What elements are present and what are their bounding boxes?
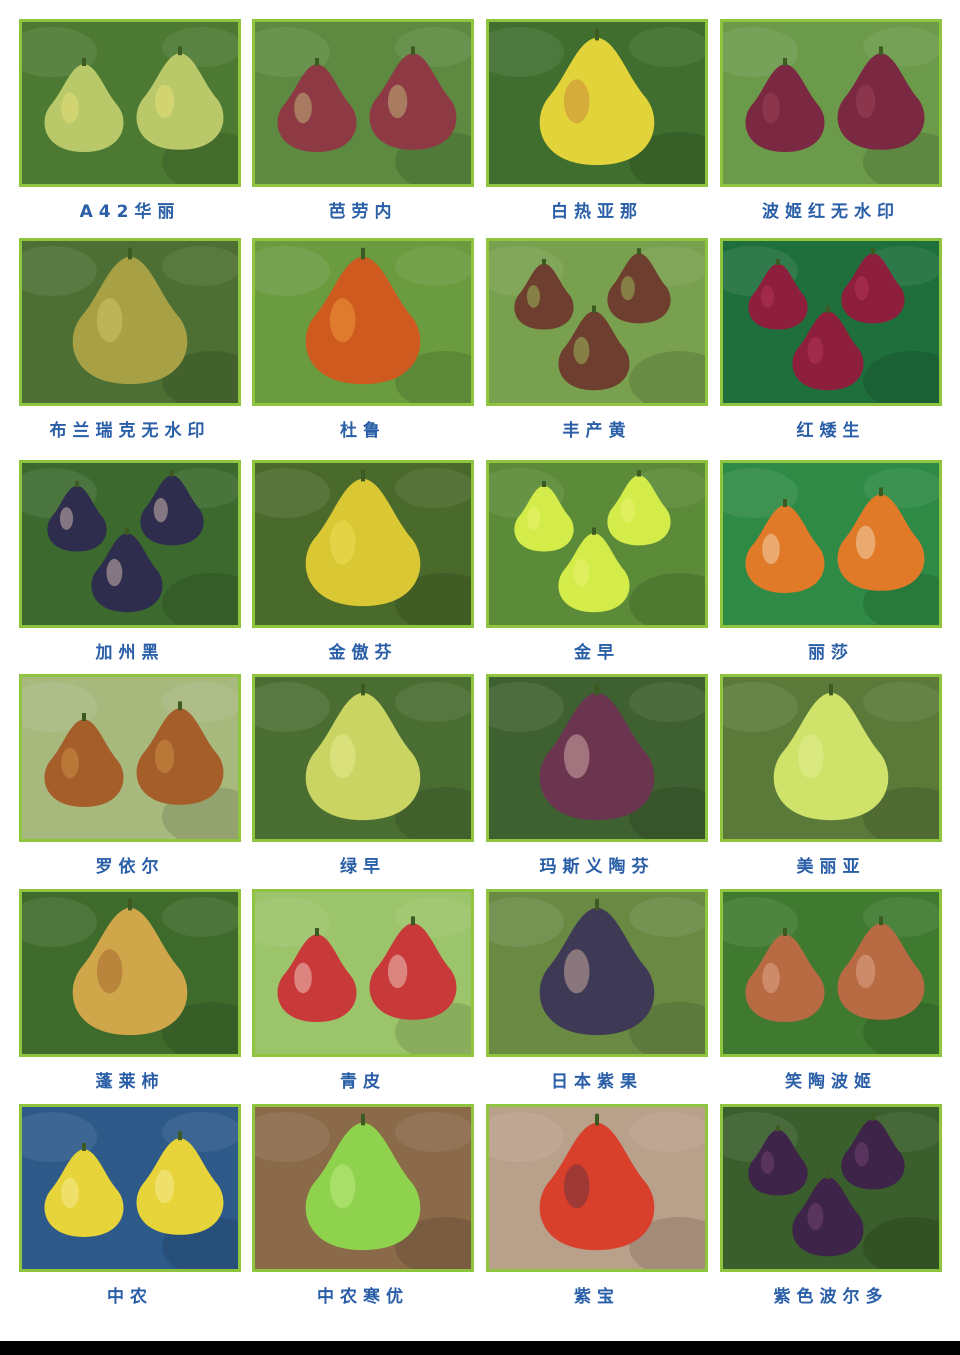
fig-photo: [486, 674, 708, 842]
fig-illustration: [22, 241, 238, 403]
fig-variety-name: 丰产黄: [562, 421, 632, 441]
fig-illustration: [255, 22, 471, 184]
fig-photo: [252, 19, 474, 187]
fig-variety-name: 加州黑: [95, 643, 165, 663]
fig-photo: [252, 674, 474, 842]
fig-variety-name: 青皮: [340, 1072, 386, 1092]
fig-variety-card: A42华丽: [19, 19, 241, 222]
fig-variety-card: 丽莎: [720, 460, 942, 663]
fig-variety-card: 日本紫果: [486, 889, 708, 1092]
fig-photo: [19, 460, 241, 628]
fig-variety-name: 中农: [107, 1287, 153, 1307]
fig-variety-card: 青皮: [252, 889, 474, 1092]
fig-illustration: [22, 463, 238, 625]
fig-variety-card: 紫宝: [486, 1104, 708, 1307]
fig-variety-name: A42华丽: [79, 202, 181, 222]
fig-variety-name: 波姬红无水印: [762, 202, 900, 222]
fig-photo: [19, 889, 241, 1057]
fig-illustration: [723, 677, 939, 839]
fig-variety-name: 白热亚那: [551, 202, 643, 222]
fig-variety-card: 美丽亚: [720, 674, 942, 877]
fig-illustration: [723, 241, 939, 403]
fig-variety-card: 中农: [19, 1104, 241, 1307]
fig-photo: [252, 238, 474, 406]
fig-illustration: [723, 463, 939, 625]
fig-illustration: [255, 241, 471, 403]
fig-illustration: [255, 677, 471, 839]
fig-variety-name: 玛斯义陶芬: [539, 857, 655, 877]
fig-illustration: [723, 22, 939, 184]
fig-variety-name: 蓬莱柿: [95, 1072, 165, 1092]
fig-illustration: [489, 463, 705, 625]
fig-photo: [252, 1104, 474, 1272]
fig-photo: [19, 1104, 241, 1272]
fig-variety-card: 中农寒优: [252, 1104, 474, 1307]
fig-variety-card: 芭劳内: [252, 19, 474, 222]
fig-variety-card: 红矮生: [720, 238, 942, 441]
fig-photo: [720, 674, 942, 842]
fig-photo: [19, 19, 241, 187]
fig-variety-name: 中农寒优: [317, 1287, 409, 1307]
fig-variety-card: 金傲芬: [252, 460, 474, 663]
fig-illustration: [489, 22, 705, 184]
fig-variety-name: 日本紫果: [551, 1072, 643, 1092]
fig-illustration: [22, 1107, 238, 1269]
fig-photo: [720, 1104, 942, 1272]
fig-variety-card: 玛斯义陶芬: [486, 674, 708, 877]
fig-variety-card: 波姬红无水印: [720, 19, 942, 222]
fig-photo: [486, 460, 708, 628]
fig-variety-card: 加州黑: [19, 460, 241, 663]
fig-illustration: [489, 677, 705, 839]
fig-variety-name: 绿早: [340, 857, 386, 877]
fig-variety-name: 金早: [574, 643, 620, 663]
fig-photo: [720, 889, 942, 1057]
fig-variety-card: 布兰瑞克无水印: [19, 238, 241, 441]
fig-variety-card: 蓬莱柿: [19, 889, 241, 1092]
fig-variety-name: 紫宝: [574, 1287, 620, 1307]
fig-variety-name: 布兰瑞克无水印: [49, 421, 211, 441]
fig-variety-grid: A42华丽 芭劳内 白热亚那 波姬红无水印布兰瑞克无水印 杜鲁 丰产黄 红矮生加州黑 金傲芬 金…: [0, 0, 960, 1340]
fig-illustration: [255, 892, 471, 1054]
fig-illustration: [723, 892, 939, 1054]
fig-variety-name: 芭劳内: [328, 202, 398, 222]
fig-variety-name: 红矮生: [796, 421, 866, 441]
fig-variety-card: 丰产黄: [486, 238, 708, 441]
fig-photo: [720, 238, 942, 406]
fig-illustration: [22, 22, 238, 184]
fig-variety-name: 金傲芬: [328, 643, 398, 663]
fig-variety-card: 金早: [486, 460, 708, 663]
fig-photo: [486, 889, 708, 1057]
fig-illustration: [22, 892, 238, 1054]
fig-variety-name: 罗依尔: [95, 857, 165, 877]
fig-variety-name: 丽莎: [808, 643, 854, 663]
fig-illustration: [255, 1107, 471, 1269]
fig-photo: [19, 238, 241, 406]
fig-photo: [252, 460, 474, 628]
fig-photo: [486, 1104, 708, 1272]
fig-variety-name: 杜鲁: [340, 421, 386, 441]
fig-variety-card: 紫色波尔多: [720, 1104, 942, 1307]
fig-variety-name: 美丽亚: [796, 857, 866, 877]
fig-variety-card: 绿早: [252, 674, 474, 877]
fig-variety-card: 杜鲁: [252, 238, 474, 441]
fig-variety-card: 笑陶波姬: [720, 889, 942, 1092]
fig-photo: [720, 460, 942, 628]
fig-photo: [720, 19, 942, 187]
fig-photo: [486, 238, 708, 406]
fig-photo: [486, 19, 708, 187]
fig-illustration: [489, 241, 705, 403]
fig-variety-name: 紫色波尔多: [773, 1287, 889, 1307]
bottom-bar: [0, 1341, 960, 1355]
fig-variety-card: 白热亚那: [486, 19, 708, 222]
fig-photo: [19, 674, 241, 842]
fig-photo: [252, 889, 474, 1057]
fig-variety-card: 罗依尔: [19, 674, 241, 877]
fig-illustration: [22, 677, 238, 839]
fig-illustration: [489, 892, 705, 1054]
fig-illustration: [255, 463, 471, 625]
fig-variety-name: 笑陶波姬: [785, 1072, 877, 1092]
fig-illustration: [489, 1107, 705, 1269]
fig-illustration: [723, 1107, 939, 1269]
